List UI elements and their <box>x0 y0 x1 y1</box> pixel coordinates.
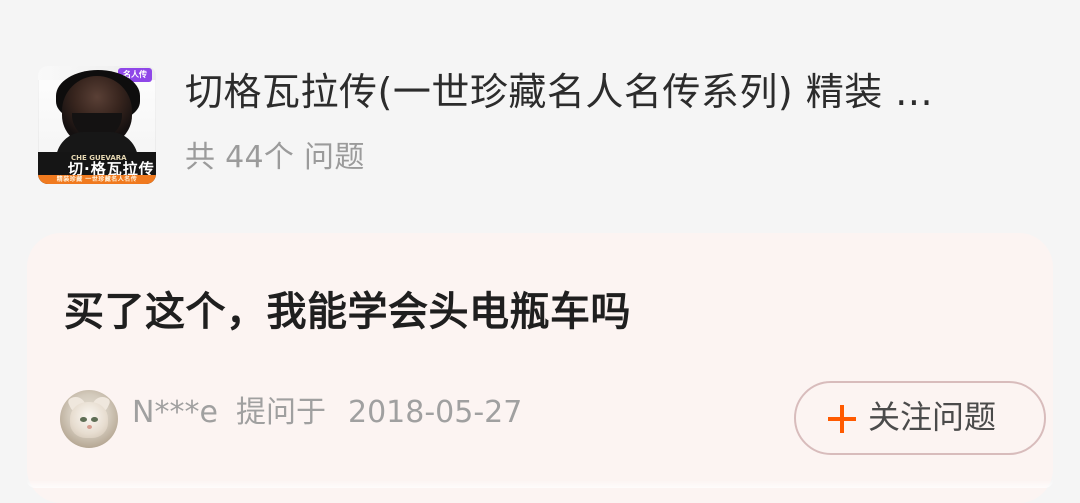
cover-bottom-strip: 精装珍藏 一世珍藏名人名传 <box>38 175 156 184</box>
asker-name: N***e <box>132 395 218 430</box>
book-cover-image: 名人传 CHE GUEVARA 切·格瓦拉传 精装珍藏 一世珍藏名人名传 <box>38 66 156 184</box>
cat-nose-icon <box>87 425 92 429</box>
cover-title-panel: CHE GUEVARA 切·格瓦拉传 精装珍藏 一世珍藏名人名传 <box>38 152 156 184</box>
top-cropped-fragment <box>828 0 898 12</box>
cat-eye-right-icon <box>91 417 98 422</box>
qa-screen: 名人传 CHE GUEVARA 切·格瓦拉传 精装珍藏 一世珍藏名人名传 切格瓦… <box>0 0 1080 503</box>
product-title[interactable]: 切格瓦拉传(一世珍藏名人名传系列) 精装 ... <box>185 66 1025 118</box>
asked-prefix: 提问于 <box>236 395 326 430</box>
asked-date: 2018-05-27 <box>348 395 523 430</box>
product-summary[interactable]: 名人传 CHE GUEVARA 切·格瓦拉传 精装珍藏 一世珍藏名人名传 切格瓦… <box>38 66 1048 188</box>
question-count: 共 44个 问题 <box>185 140 365 175</box>
cat-eye-left-icon <box>80 417 87 422</box>
avatar <box>60 390 118 448</box>
plus-icon <box>828 405 856 433</box>
bottom-edge-fade <box>27 480 1053 488</box>
question-meta-row: N***e 提问于 2018-05-27 关注问题 <box>60 381 1046 457</box>
question-text[interactable]: 买了这个，我能学会头电瓶车吗 <box>64 287 964 337</box>
follow-question-button[interactable]: 关注问题 <box>794 381 1046 455</box>
follow-question-label: 关注问题 <box>868 398 997 436</box>
question-card[interactable]: 买了这个，我能学会头电瓶车吗 N***e 提问于 2018-05-27 关注问题 <box>27 233 1053 503</box>
cat-head-icon <box>70 402 108 438</box>
